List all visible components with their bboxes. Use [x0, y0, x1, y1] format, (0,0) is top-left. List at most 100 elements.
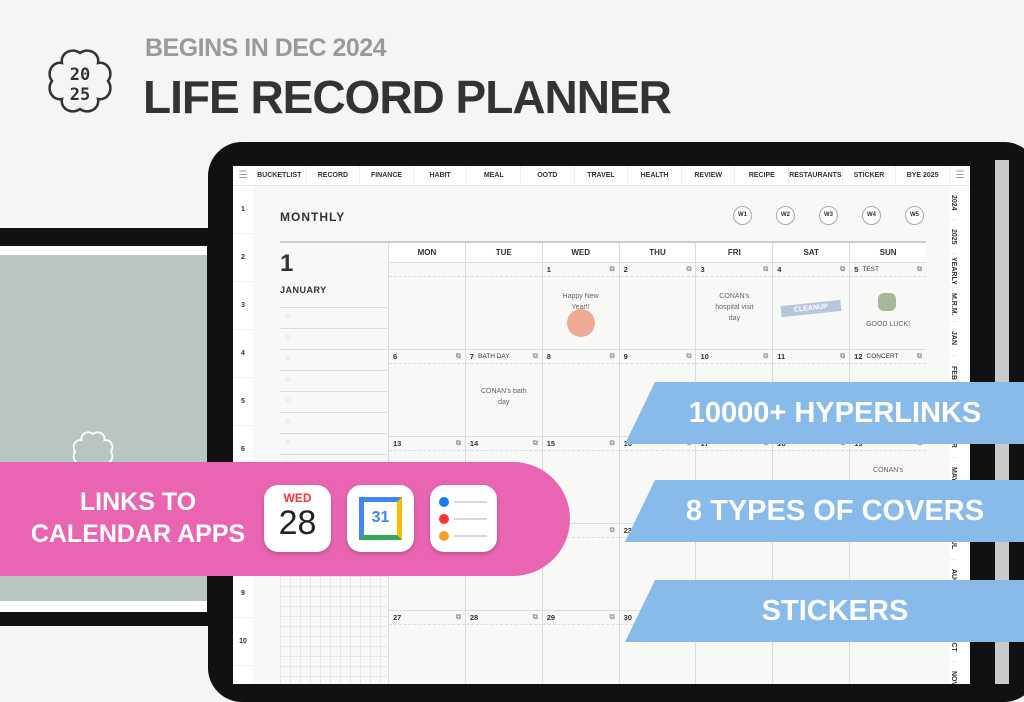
day-number[interactable]: 28	[470, 613, 478, 622]
week-link-button[interactable]: W4	[862, 206, 881, 225]
day-number[interactable]: 12	[854, 352, 862, 361]
day-number[interactable]: 30	[624, 613, 632, 622]
reminders-icon[interactable]	[430, 485, 497, 552]
add-note-icon[interactable]: ⧉	[533, 440, 538, 448]
day-number[interactable]: 11	[777, 352, 785, 361]
week-link-button[interactable]: W1	[733, 206, 752, 225]
side-tab[interactable]: YEARLY	[950, 254, 957, 288]
number-tab[interactable]: 9	[233, 570, 253, 618]
add-note-icon[interactable]: ⧉	[533, 353, 538, 361]
todo-item[interactable]: □	[280, 370, 387, 391]
side-tab[interactable]: 2024	[950, 186, 957, 220]
add-note-icon[interactable]: ⧉	[456, 614, 461, 622]
calendar-day-cell[interactable]	[388, 263, 465, 349]
todo-item[interactable]: □	[280, 391, 387, 412]
number-tab[interactable]: 3	[233, 282, 253, 330]
day-number[interactable]: 14	[470, 439, 478, 448]
day-number[interactable]: 15	[547, 439, 555, 448]
add-note-icon[interactable]: ⧉	[610, 266, 615, 274]
nav-tab-restaurants[interactable]: RESTAURANTS	[789, 166, 843, 186]
calendar-day-cell[interactable]: 3 ⧉ CONAN's hospital visit day	[695, 263, 773, 349]
number-tab[interactable]: 2	[233, 234, 253, 282]
calendar-day-cell[interactable]: 5 TEST ⧉ GOOD LUCK!	[849, 263, 927, 349]
calendar-day-cell[interactable]	[464, 263, 542, 349]
week-link-button[interactable]: W5	[905, 206, 924, 225]
side-tab[interactable]: JAN	[950, 322, 957, 356]
calendar-day-cell[interactable]: 1 ⧉ Happy New Year!!	[541, 263, 619, 349]
number-tab[interactable]: 1	[233, 186, 253, 234]
add-note-icon[interactable]: ⧉	[610, 527, 615, 535]
menu-icon[interactable]: ☰	[233, 170, 253, 181]
day-number[interactable]: 10	[700, 352, 708, 361]
calendar-week-row: 1 ⧉ Happy New Year!! 2 ⧉ 3 ⧉ CONAN's hospital v…	[388, 262, 927, 349]
side-tab[interactable]: M.R.M.	[950, 288, 957, 322]
calendar-day-cell[interactable]: 2 ⧉	[618, 263, 696, 349]
calendar-day-cell[interactable]: 8 ⧉	[541, 350, 619, 436]
nav-tab-ootd[interactable]: OOTD	[521, 166, 575, 186]
day-number[interactable]: 29	[547, 613, 555, 622]
day-note-sticker: CLEANUP	[780, 299, 842, 318]
add-note-icon[interactable]: ⧉	[456, 353, 461, 361]
add-note-icon[interactable]: ⧉	[840, 266, 845, 274]
add-note-icon[interactable]: ⧉	[840, 353, 845, 361]
add-note-icon[interactable]: ⧉	[610, 614, 615, 622]
todo-item[interactable]: □	[280, 349, 387, 370]
calendar-day-cell[interactable]: 7 BATH DAY ⧉ CONAN's bath day	[464, 350, 542, 436]
side-tab[interactable]: 2025	[950, 220, 957, 254]
day-number[interactable]: 1	[547, 265, 551, 274]
week-link-button[interactable]: W3	[819, 206, 838, 225]
google-calendar-date: 31	[359, 497, 402, 540]
todo-item[interactable]: □	[280, 412, 387, 433]
stickers-ribbon: STICKERS	[625, 580, 1024, 642]
apple-calendar-icon[interactable]: WED 28	[264, 485, 331, 552]
nav-tab-bye-2025[interactable]: BYE 2025	[896, 166, 950, 186]
add-note-icon[interactable]: ⧉	[686, 353, 691, 361]
day-number[interactable]: 5	[854, 265, 858, 274]
add-note-icon[interactable]: ⧉	[610, 353, 615, 361]
number-tab[interactable]: 4	[233, 330, 253, 378]
add-note-icon[interactable]: ⧉	[917, 353, 922, 361]
nav-tab-recipe[interactable]: RECIPE	[735, 166, 790, 186]
nav-tab-habit[interactable]: HABIT	[414, 166, 468, 186]
nav-tab-finance[interactable]: FINANCE	[360, 166, 414, 186]
day-number[interactable]: 27	[393, 613, 401, 622]
calendar-day-cell[interactable]: 28 ⧉	[464, 611, 542, 684]
add-note-icon[interactable]: ⧉	[533, 614, 538, 622]
number-tab[interactable]: 5	[233, 378, 253, 426]
number-tab[interactable]: 10	[233, 618, 253, 666]
todo-item[interactable]: □	[280, 328, 387, 349]
add-note-icon[interactable]: ⧉	[610, 440, 615, 448]
week-link-button[interactable]: W2	[776, 206, 795, 225]
add-note-icon[interactable]: ⧉	[456, 440, 461, 448]
add-note-icon[interactable]: ⧉	[917, 266, 922, 274]
add-note-icon[interactable]: ⧉	[763, 353, 768, 361]
day-number[interactable]: 7	[470, 352, 474, 361]
day-number[interactable]: 13	[393, 439, 401, 448]
day-number[interactable]: 6	[393, 352, 397, 361]
day-number[interactable]: 8	[547, 352, 551, 361]
calendar-day-cell[interactable]: 6 ⧉	[388, 350, 465, 436]
menu-icon[interactable]: ☰	[950, 170, 970, 181]
nav-tab-bucketlist[interactable]: BUCKETLIST	[253, 166, 307, 186]
calendar-day-cell[interactable]: 27 ⧉	[388, 611, 465, 684]
add-note-icon[interactable]: ⧉	[686, 266, 691, 274]
todo-item[interactable]: □	[280, 433, 387, 454]
nav-tab-record[interactable]: RECORD	[307, 166, 361, 186]
add-note-icon[interactable]: ⧉	[763, 266, 768, 274]
day-number[interactable]: 2	[624, 265, 628, 274]
day-number[interactable]: 4	[777, 265, 781, 274]
day-header: 10 ⧉	[696, 350, 773, 364]
todo-item[interactable]: □	[280, 307, 387, 328]
side-tab[interactable]: NOV	[950, 662, 957, 684]
nav-tab-meal[interactable]: MEAL	[467, 166, 522, 186]
reminders-list-icon	[439, 497, 487, 541]
day-number[interactable]: 3	[700, 265, 704, 274]
day-number[interactable]: 9	[624, 352, 628, 361]
nav-tab-sticker[interactable]: STICKER	[843, 166, 897, 186]
calendar-day-cell[interactable]: 29 ⧉	[541, 611, 619, 684]
calendar-day-cell[interactable]: 4 ⧉ CLEANUP	[772, 263, 850, 349]
nav-tab-travel[interactable]: TRAVEL	[575, 166, 629, 186]
nav-tab-review[interactable]: REVIEW	[682, 166, 736, 186]
google-calendar-icon[interactable]: 31	[347, 485, 414, 552]
nav-tab-health[interactable]: HEALTH	[628, 166, 682, 186]
